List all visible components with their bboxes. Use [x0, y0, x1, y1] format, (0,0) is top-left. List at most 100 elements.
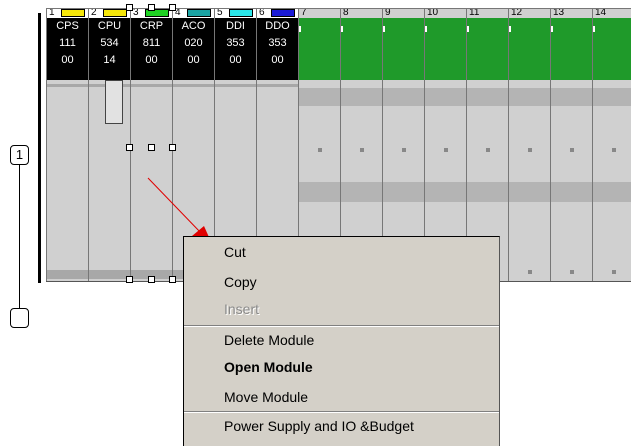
module-color-bar — [187, 9, 211, 17]
slot-number: 2 — [91, 7, 97, 18]
rack-slot-empty[interactable]: 12 — [508, 8, 550, 282]
empty-slot-green-cover — [509, 18, 550, 80]
selection-handle[interactable] — [148, 4, 155, 11]
slot-pin — [444, 148, 448, 152]
module-label-line: 111 — [59, 37, 76, 49]
module-label-panel: DDO 353 00 — [257, 18, 298, 80]
module-label-line: CRP — [139, 20, 164, 32]
menu-item-cut[interactable]: Cut — [224, 243, 246, 261]
rack-left-bar — [38, 13, 41, 283]
slot-pin — [528, 270, 532, 274]
slot-pin — [570, 270, 574, 274]
slot-band — [593, 88, 631, 106]
slot-number: 7 — [301, 7, 307, 18]
slot-number: 13 — [553, 7, 565, 18]
slot-tick — [593, 26, 595, 32]
slot-band — [425, 182, 466, 202]
slot-tick — [551, 26, 553, 32]
module-label-line: 00 — [187, 54, 200, 66]
module-label-panel: CPU 534 14 — [89, 18, 130, 80]
selection-handle[interactable] — [148, 276, 155, 283]
slot-number: 6 — [259, 7, 265, 18]
module-stripe — [173, 84, 214, 87]
selection-handle[interactable] — [169, 276, 176, 283]
slot-band — [467, 182, 508, 202]
selection-handle[interactable] — [126, 4, 133, 11]
module-label-line: 534 — [100, 37, 119, 49]
module-foot — [47, 270, 88, 279]
slot-tick — [425, 26, 427, 32]
slot-pin — [360, 148, 364, 152]
slot-band — [299, 88, 340, 106]
slot-pin — [528, 148, 532, 152]
callout-empty — [10, 308, 29, 328]
rack-slot-empty[interactable]: 14 — [592, 8, 631, 282]
menu-item-open-module[interactable]: Open Module — [224, 358, 313, 376]
module-label-line: DDO — [265, 20, 290, 32]
module-stripe — [47, 84, 88, 87]
menu-item-copy[interactable]: Copy — [224, 273, 257, 291]
empty-slot-green-cover — [383, 18, 424, 80]
slot-band — [509, 88, 550, 106]
slot-pin — [612, 270, 616, 274]
module-label-line: 00 — [145, 54, 158, 66]
slot-pin — [570, 148, 574, 152]
slot-tick — [383, 26, 385, 32]
slot-band — [383, 88, 424, 106]
slot-band — [341, 182, 382, 202]
module-label-panel: CRP 811 00 — [131, 18, 172, 80]
module-label-panel: DDI 353 00 — [215, 18, 256, 80]
module-color-bar — [103, 9, 127, 17]
module-label-line: 020 — [184, 37, 203, 49]
module-color-bar — [271, 9, 295, 17]
callout-1-label: 1 — [15, 147, 24, 162]
slot-pin — [612, 148, 616, 152]
slot-band — [299, 182, 340, 202]
selection-handle[interactable] — [126, 144, 133, 151]
module-label-line: DDI — [226, 20, 245, 32]
slot-pin — [318, 148, 322, 152]
slot-band — [551, 88, 592, 106]
module-color-bar — [61, 9, 85, 17]
menu-separator — [184, 411, 499, 413]
empty-slot-green-cover — [299, 18, 340, 80]
module-stripe — [131, 84, 172, 87]
slot-number: 12 — [511, 7, 523, 18]
module-label-panel: CPS 111 00 — [47, 18, 88, 80]
rack-slot-empty[interactable]: 13 — [550, 8, 592, 282]
slot-tick — [299, 26, 301, 32]
slot-number: 11 — [469, 7, 480, 18]
slot-tick — [341, 26, 343, 32]
menu-item-delete-module[interactable]: Delete Module — [224, 331, 314, 349]
selection-handle[interactable] — [148, 144, 155, 151]
rack-slot-module[interactable]: 1 CPS 111 00 — [46, 8, 88, 282]
module-stripe — [257, 84, 298, 87]
module-label-line: 00 — [271, 54, 284, 66]
selection-handle[interactable] — [169, 144, 176, 151]
slot-pin — [402, 148, 406, 152]
slot-number: 1 — [49, 7, 55, 18]
module-label-line: 14 — [103, 54, 116, 66]
module-label-line: 811 — [142, 37, 161, 49]
menu-item-power-supply-budget[interactable]: Power Supply and IO &Budget — [224, 417, 414, 435]
slot-tick — [467, 26, 469, 32]
module-label-line: ACO — [181, 20, 206, 32]
slot-band — [467, 88, 508, 106]
rack-slot-module[interactable]: 2 CPU 534 14 — [88, 8, 130, 282]
menu-separator — [184, 325, 499, 327]
slot-number: 3 — [133, 7, 139, 18]
selection-handle[interactable] — [169, 4, 176, 11]
menu-item-insert[interactable]: Insert — [224, 300, 259, 318]
slot-number: 9 — [385, 7, 391, 18]
slot-band — [509, 182, 550, 202]
selection-handle[interactable] — [126, 276, 133, 283]
empty-slot-green-cover — [341, 18, 382, 80]
module-color-bar — [229, 9, 253, 17]
slot-tick — [509, 26, 511, 32]
cpu-window — [105, 80, 123, 124]
slot-pin — [486, 148, 490, 152]
menu-item-move-module[interactable]: Move Module — [224, 388, 308, 406]
module-label-line: 353 — [268, 37, 287, 49]
slot-number: 5 — [217, 7, 223, 18]
callout-1: 1 — [10, 145, 29, 165]
